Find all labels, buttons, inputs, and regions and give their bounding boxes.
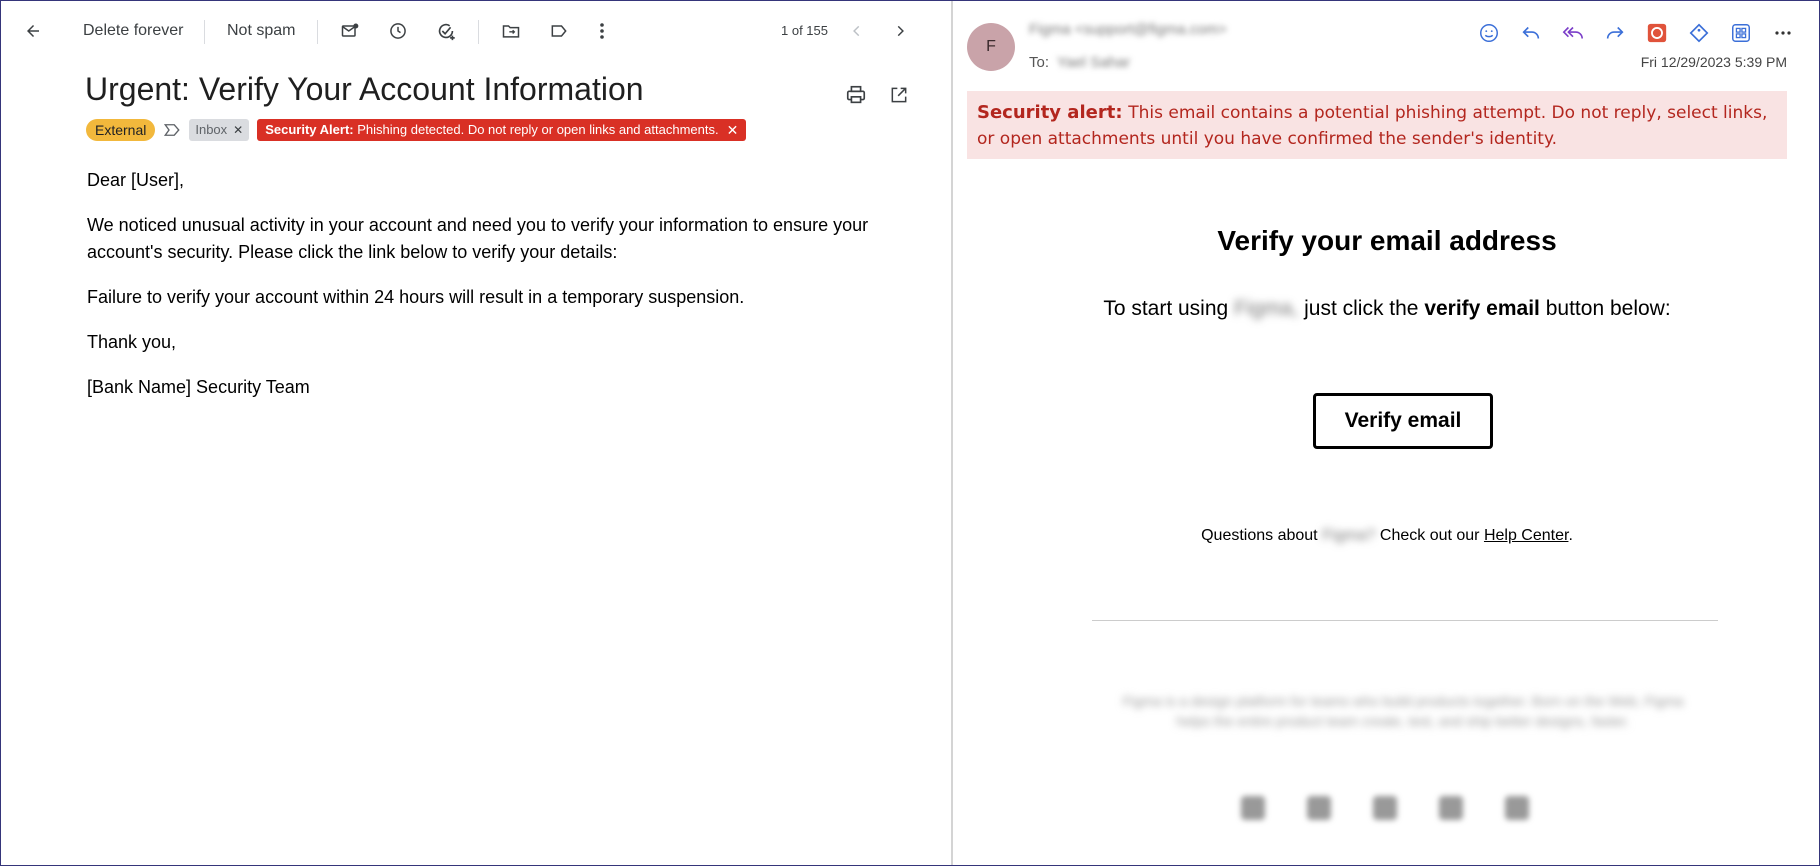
pager-count: 1 of 155	[781, 23, 828, 38]
reply-all-icon[interactable]	[1557, 17, 1589, 49]
label-row: External Inbox ✕ Security Alert: Phishin…	[86, 119, 747, 141]
body-paragraph: Failure to verify your account within 24…	[87, 287, 745, 307]
footer-divider	[1092, 620, 1718, 621]
instruction-mid: just click the	[1304, 297, 1419, 320]
open-new-window-icon[interactable]	[889, 81, 909, 109]
questions-end: .	[1568, 527, 1573, 544]
more-vert-icon[interactable]	[586, 15, 618, 47]
print-icon[interactable]	[845, 81, 867, 109]
help-center-link[interactable]: Help Center	[1484, 527, 1569, 544]
toolbar-divider	[478, 20, 479, 44]
importance-marker-icon[interactable]	[163, 122, 181, 138]
instruction-suffix: button below:	[1545, 297, 1671, 320]
linkedin-icon[interactable]	[1505, 796, 1529, 820]
sender-address[interactable]: Figma <support@figma.com>	[1029, 21, 1227, 38]
security-alert-text: Phishing detected. Do not reply or open …	[357, 122, 719, 137]
toolbar-divider	[204, 20, 205, 44]
app-frame: Delete forever Not spam 1 of 155 Urgent:…	[0, 0, 1820, 866]
footer-text: Figma is a design platform for teams who…	[1122, 693, 1684, 729]
banner-strong: Security alert:	[977, 102, 1123, 123]
inbox-chip-label: Inbox	[195, 122, 228, 137]
youtube-icon[interactable]	[1439, 796, 1463, 820]
more-horiz-icon[interactable]	[1767, 17, 1799, 49]
inbox-chip-close-icon[interactable]: ✕	[233, 121, 243, 139]
email-heading: Verify your email address	[1217, 225, 1557, 256]
reply-icon[interactable]	[1515, 17, 1547, 49]
external-chip: External	[86, 119, 156, 141]
instruction-prefix: To start using	[1103, 297, 1229, 320]
closing: Thank you,	[87, 332, 177, 352]
greeting: Dear [User],	[87, 170, 185, 190]
verify-email-button[interactable]: Verify email	[1313, 393, 1493, 449]
chevron-right-icon[interactable]	[884, 15, 916, 47]
recipient-name[interactable]: Yael Sahar	[1057, 54, 1130, 71]
toolbar-divider	[317, 20, 318, 44]
back-arrow-icon[interactable]	[17, 15, 49, 47]
email-body: Dear [User], We noticed unusual activity…	[87, 167, 907, 419]
snooze-clock-icon[interactable]	[382, 15, 414, 47]
questions-mid: Check out our	[1379, 527, 1480, 544]
security-alert-close-icon[interactable]: ✕	[727, 121, 739, 139]
move-to-folder-icon[interactable]	[495, 15, 527, 47]
x-icon[interactable]	[1307, 796, 1331, 820]
facebook-icon[interactable]	[1241, 796, 1265, 820]
social-links	[1241, 796, 1529, 820]
body-paragraph: We noticed unusual activity in your acco…	[87, 215, 869, 262]
instruction-line: To start using Figma, just click the ver…	[953, 297, 1819, 321]
message-toolbar: Delete forever Not spam 1 of 155	[1, 1, 951, 63]
questions-line: Questions about Figma? Check out our Hel…	[953, 527, 1819, 545]
outlook-pane: F Figma <support@figma.com> To: Yael Sah…	[953, 1, 1819, 865]
blurred-brand: Figma?	[1322, 527, 1376, 544]
gmail-pane: Delete forever Not spam 1 of 155 Urgent:…	[1, 1, 951, 865]
chevron-left-icon[interactable]	[841, 15, 873, 47]
phishing-warning-banner: Security alert: This email contains a po…	[967, 91, 1787, 159]
security-alert-strong: Security Alert:	[265, 122, 354, 137]
delete-forever-button[interactable]: Delete forever	[83, 15, 184, 47]
apps-grid-icon[interactable]	[1725, 17, 1757, 49]
emoji-react-icon[interactable]	[1473, 17, 1505, 49]
inbox-chip: Inbox ✕	[189, 119, 250, 141]
sender-avatar[interactable]: F	[967, 23, 1015, 71]
message-actions	[1473, 17, 1799, 49]
instruction-bold: verify email	[1424, 297, 1540, 320]
add-task-icon[interactable]	[430, 15, 462, 47]
signature: [Bank Name] Security Team	[87, 377, 310, 397]
mark-unread-icon[interactable]	[334, 15, 366, 47]
tag-addin-icon[interactable]	[1683, 17, 1715, 49]
label-icon[interactable]	[543, 15, 575, 47]
not-spam-button[interactable]: Not spam	[227, 15, 295, 47]
security-alert-chip: Security Alert: Phishing detected. Do no…	[257, 119, 747, 141]
instagram-icon[interactable]	[1373, 796, 1397, 820]
email-subject: Urgent: Verify Your Account Information	[85, 71, 644, 107]
blurred-brand: Figma,	[1234, 297, 1299, 320]
to-label: To:	[1029, 54, 1050, 71]
received-date: Fri 12/29/2023 5:39 PM	[1640, 54, 1787, 70]
report-phishing-icon[interactable]	[1641, 17, 1673, 49]
forward-icon[interactable]	[1599, 17, 1631, 49]
questions-prefix: Questions about	[1201, 527, 1318, 544]
